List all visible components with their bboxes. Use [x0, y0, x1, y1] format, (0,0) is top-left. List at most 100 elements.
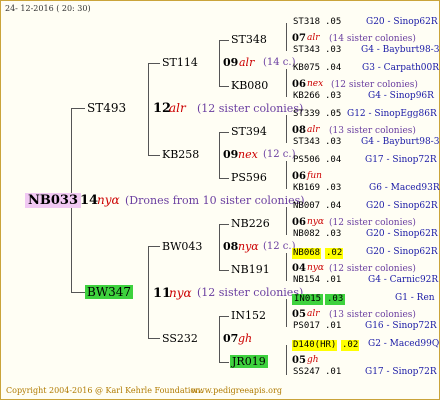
connector	[286, 23, 287, 51]
gen4-num: 06	[292, 217, 306, 228]
gen5-location: G4 - Carnic92R	[368, 275, 439, 285]
gen2-queen[interactable]: BW347	[85, 285, 134, 299]
gen5-location: G20 - Sinop62R	[366, 229, 438, 239]
connector	[219, 316, 220, 362]
gen5-queen[interactable]: KB169	[293, 184, 320, 193]
gen5-location: G6 - Maced93R	[369, 183, 440, 193]
connector	[219, 178, 229, 179]
gen5-location: G4 - Sinop96R	[368, 91, 434, 101]
gen3-race: gh	[238, 332, 253, 345]
gen3-num: 09	[223, 148, 239, 161]
connector	[219, 316, 229, 317]
gen4-queen[interactable]: NB226	[231, 218, 270, 229]
connector	[148, 63, 160, 64]
gen3-note: (12 c.)	[263, 241, 296, 252]
connector	[219, 132, 220, 178]
gen4-num: 05	[292, 355, 306, 366]
gen3-queen[interactable]: SS232	[162, 333, 198, 344]
gen5-location: G4 - Bayburt98-3	[361, 137, 440, 147]
gen5-year: .02	[341, 340, 360, 351]
gen5-queen[interactable]: ST343	[293, 46, 320, 55]
connector	[219, 40, 220, 86]
gen4-queen[interactable]: ST348	[231, 34, 267, 45]
gen3-note: (12 c.)	[263, 149, 296, 160]
gen5-year: .03	[325, 91, 342, 101]
connector	[286, 207, 287, 235]
gen5-queen[interactable]: KB075	[293, 64, 320, 73]
gen5-queen[interactable]: KB266	[293, 92, 320, 101]
root-num: 14	[80, 193, 99, 208]
gen4-queen[interactable]: NB191	[231, 264, 270, 275]
gen4-note: (12 sister colonies)	[331, 80, 418, 90]
gen3-race: nyα	[238, 240, 259, 253]
gen5-location: G17 - Sinop72R	[365, 155, 437, 165]
footer-site-link[interactable]: www.pedigreeapis.org	[191, 387, 282, 395]
gen4-queen[interactable]: PS596	[231, 172, 267, 183]
gen3-num: 08	[223, 240, 239, 253]
gen4-num: 06	[292, 79, 306, 90]
gen3-race: alr	[239, 56, 255, 69]
gen4-note: (13 sister colonies)	[329, 310, 416, 320]
connector	[219, 224, 229, 225]
gen4-queen[interactable]: JR019	[230, 355, 268, 368]
gen3-queen[interactable]: ST114	[162, 57, 198, 68]
gen4-queen[interactable]: KB080	[231, 80, 268, 91]
gen5-queen[interactable]: ST343	[293, 138, 320, 147]
gen5-year: .02	[325, 248, 344, 259]
connector	[148, 63, 149, 155]
gen4-queen[interactable]: IN152	[231, 310, 266, 321]
gen2-queen[interactable]: ST493	[87, 102, 126, 114]
connector	[71, 108, 85, 109]
gen4-race: alr	[307, 33, 320, 43]
gen4-note: (14 sister colonies)	[329, 34, 416, 44]
root-queen[interactable]: NB033	[25, 193, 82, 208]
gen5-queen[interactable]: PS506	[293, 156, 320, 165]
gen5-location: G17 - Sinop72R	[365, 367, 437, 377]
gen5-queen[interactable]: ST318	[293, 18, 320, 27]
connector	[286, 299, 287, 327]
gen5-year: .04	[325, 155, 342, 165]
gen3-queen[interactable]: BW043	[162, 241, 202, 252]
gen5-year: .01	[325, 367, 342, 377]
gen5-location: G1 - Ren	[395, 293, 435, 303]
gen4-race: alr	[307, 309, 320, 319]
connector	[219, 86, 229, 87]
root-race: nyα	[97, 193, 120, 207]
gen5-queen[interactable]: NB154	[293, 276, 320, 285]
gen4-queen[interactable]: ST394	[231, 126, 267, 137]
connector	[219, 132, 229, 133]
connector	[148, 338, 160, 339]
gen5-queen[interactable]: ST339	[293, 110, 320, 119]
gen4-race: nyα	[307, 263, 324, 273]
gen5-year: .04	[325, 63, 342, 73]
gen5-location: G4 - Bayburt98-3	[361, 45, 440, 55]
gen5-location: G12 - SinopEgg86R	[347, 109, 437, 119]
gen5-location: G20 - Sinop62R	[366, 201, 438, 211]
gen5-queen[interactable]: IN015	[292, 294, 324, 305]
gen5-queen[interactable]: NB068	[292, 248, 322, 259]
gen5-location: G20 - Sinop62R	[366, 17, 438, 27]
gen2-note: (12 sister colonies)	[197, 102, 304, 115]
connector	[219, 40, 229, 41]
connector	[286, 161, 287, 189]
gen4-note: (13 sister colonies)	[329, 126, 416, 136]
gen3-queen[interactable]: KB258	[162, 149, 199, 160]
gen4-note: (12 sister colonies)	[329, 218, 416, 228]
gen5-queen[interactable]: D140(HR)	[292, 340, 338, 351]
gen5-year: .03	[325, 137, 342, 147]
root-note: (Drones from 10 sister colonies)	[125, 194, 305, 207]
gen4-num: 07	[292, 33, 306, 44]
gen5-queen[interactable]: SS247	[293, 368, 320, 377]
connector	[219, 362, 229, 363]
gen5-location: G3 - Carpath00R	[362, 63, 440, 73]
connector	[286, 115, 287, 143]
gen5-queen[interactable]: PS017	[293, 322, 320, 331]
gen3-note: (14 c.)	[263, 57, 296, 68]
gen5-year: .03	[325, 183, 342, 193]
gen5-queen[interactable]: NB007	[293, 202, 320, 211]
gen5-year: .01	[325, 321, 342, 331]
gen5-location: G16 - Sinop72R	[365, 321, 437, 331]
gen5-queen[interactable]: NB082	[293, 230, 320, 239]
gen4-note: (12 sister colonies)	[329, 264, 416, 274]
gen4-num: 08	[292, 125, 306, 136]
